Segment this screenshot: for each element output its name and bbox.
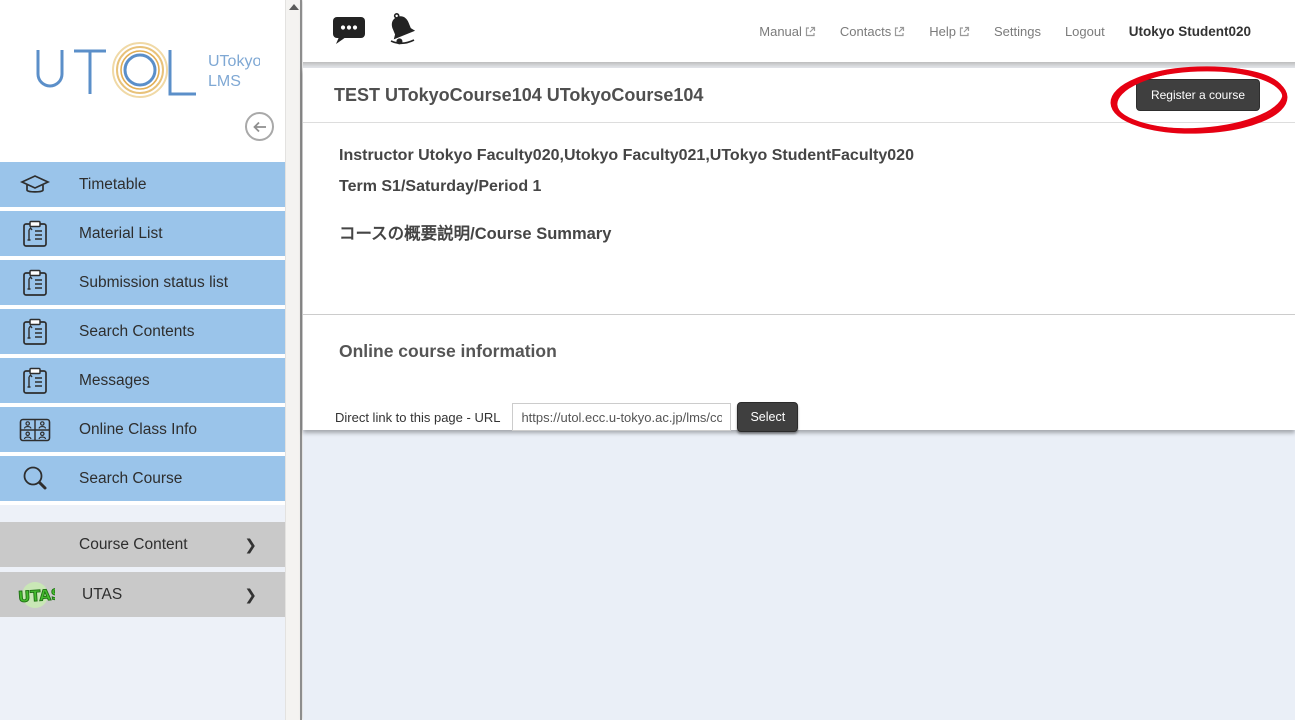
sidebar: UTokyo LMS Timetable Material List Submi… [0, 0, 285, 720]
sidebar-item-label: Material List [79, 225, 163, 243]
graduation-cap-icon [18, 173, 52, 197]
search-icon [18, 465, 52, 493]
svg-text:LMS: LMS [208, 73, 241, 90]
sidebar-item-label: Search Contents [79, 323, 194, 341]
sidebar-main-divider [300, 0, 302, 720]
sidebar-item-utas[interactable]: UTAS UTAS ❯ [0, 572, 285, 617]
course-panel: TEST UTokyoCourse104 UTokyoCourse104 Reg… [303, 68, 1295, 430]
course-info-section: Instructor Utokyo Faculty020,Utokyo Facu… [303, 123, 1295, 315]
topbar-icons [331, 12, 421, 51]
manual-link-label: Manual [759, 24, 802, 39]
sidebar-item-label: Online Class Info [79, 421, 197, 439]
direct-link-url-input[interactable] [512, 403, 731, 431]
external-link-icon [805, 26, 816, 37]
sidebar-gap [0, 505, 285, 522]
top-bar: Manual Contacts Help Settings Logout Uto… [303, 0, 1295, 62]
logout-link[interactable]: Logout [1065, 24, 1105, 39]
sidebar-item-search-course[interactable]: Search Course [0, 456, 285, 501]
select-button[interactable]: Select [737, 402, 798, 432]
sidebar-item-course-content[interactable]: Course Content ❯ [0, 522, 285, 567]
contacts-link[interactable]: Contacts [840, 24, 905, 39]
utol-logo-graphic: UTokyo LMS [30, 38, 260, 108]
instructor-line: Instructor Utokyo Faculty020,Utokyo Facu… [339, 147, 1259, 165]
utol-logo[interactable]: UTokyo LMS [30, 38, 260, 108]
sidebar-item-label: Messages [79, 372, 150, 390]
scrollbar-up-arrow[interactable] [289, 4, 299, 10]
sidebar-scrollbar[interactable] [285, 0, 300, 720]
svg-text:UTAS: UTAS [17, 585, 55, 606]
register-course-button[interactable]: Register a course [1136, 79, 1260, 111]
contacts-link-label: Contacts [840, 24, 891, 39]
messages-chat-icon[interactable] [331, 13, 367, 50]
sidebar-item-label: Submission status list [79, 274, 228, 292]
people-grid-icon [18, 418, 52, 442]
clipboard-icon [18, 220, 52, 248]
clipboard-icon [18, 318, 52, 346]
course-summary-heading: コースの概要説明/Course Summary [339, 220, 1259, 244]
sidebar-item-label: Search Course [79, 470, 182, 488]
topbar-links: Manual Contacts Help Settings Logout Uto… [759, 24, 1251, 39]
sidebar-item-label: Timetable [79, 176, 146, 194]
external-link-icon [959, 26, 970, 37]
utas-logo-icon: UTAS [15, 580, 55, 610]
term-line: Term S1/Saturday/Period 1 [339, 178, 1259, 196]
arrow-left-icon [252, 121, 268, 133]
manual-link[interactable]: Manual [759, 24, 816, 39]
clipboard-icon [18, 269, 52, 297]
sidebar-collapse-button[interactable] [245, 112, 274, 141]
svg-text:UTokyo: UTokyo [208, 53, 260, 70]
help-link[interactable]: Help [929, 24, 970, 39]
online-course-heading: Online course information [339, 341, 1259, 362]
main-area: Manual Contacts Help Settings Logout Uto… [303, 0, 1295, 720]
page-title: TEST UTokyoCourse104 UTokyoCourse104 [334, 85, 703, 106]
sidebar-item-label: Course Content [79, 536, 188, 554]
course-panel-header: TEST UTokyoCourse104 UTokyoCourse104 Reg… [303, 68, 1295, 123]
sidebar-item-online-class-info[interactable]: Online Class Info [0, 407, 285, 452]
settings-link[interactable]: Settings [994, 24, 1041, 39]
sidebar-item-search-contents[interactable]: Search Contents [0, 309, 285, 354]
external-link-icon [894, 26, 905, 37]
sidebar-item-timetable[interactable]: Timetable [0, 162, 285, 207]
direct-link-label: Direct link to this page - URL [335, 410, 500, 425]
username-label: Utokyo Student020 [1129, 24, 1251, 39]
direct-link-bar: Direct link to this page - URL Select [303, 402, 1295, 432]
sidebar-menu: Timetable Material List Submission statu… [0, 162, 285, 622]
sidebar-item-material-list[interactable]: Material List [0, 211, 285, 256]
sidebar-item-messages[interactable]: Messages [0, 358, 285, 403]
chevron-right-icon: ❯ [244, 586, 257, 604]
help-link-label: Help [929, 24, 956, 39]
sidebar-item-label: UTAS [82, 586, 122, 604]
clipboard-icon [18, 367, 52, 395]
sidebar-item-submission-status-list[interactable]: Submission status list [0, 260, 285, 305]
chevron-right-icon: ❯ [244, 536, 257, 554]
online-course-section: Online course information [303, 315, 1295, 362]
notification-bell-icon[interactable] [383, 12, 421, 51]
